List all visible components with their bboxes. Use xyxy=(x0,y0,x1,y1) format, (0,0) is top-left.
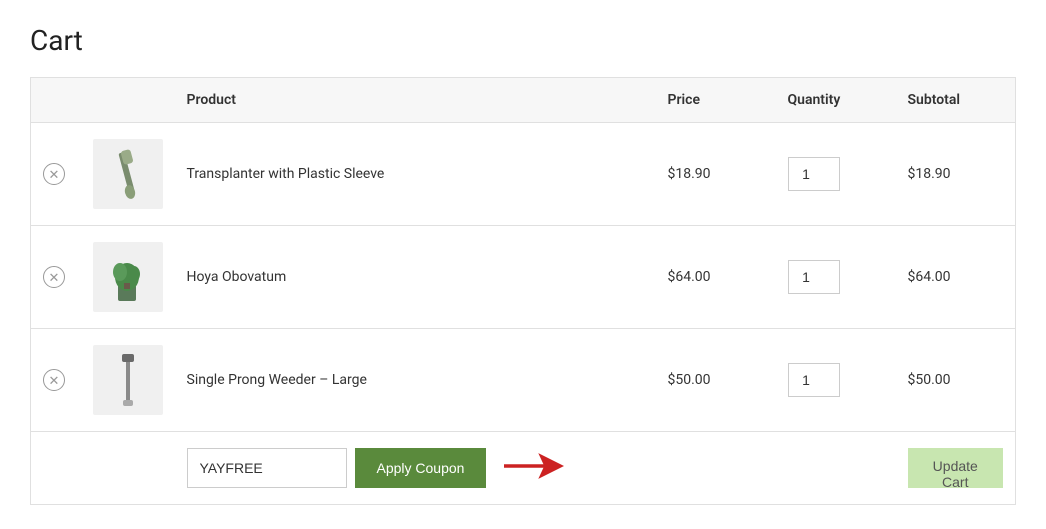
remove-item-button[interactable]: ✕ xyxy=(43,266,65,288)
col-header-product: Product xyxy=(175,78,656,123)
close-icon: ✕ xyxy=(49,168,60,181)
close-icon: ✕ xyxy=(49,271,60,284)
coupon-section: Apply Coupon xyxy=(187,448,764,488)
product-image xyxy=(93,139,163,209)
product-name: Hoya Obovatum xyxy=(187,269,287,285)
product-image xyxy=(93,242,163,312)
coupon-input[interactable] xyxy=(187,448,347,488)
product-subtotal: $64.00 xyxy=(908,269,951,285)
table-row: ✕ Hoya xyxy=(31,226,1016,329)
col-header-subtotal: Subtotal xyxy=(896,78,1016,123)
product-price: $50.00 xyxy=(668,372,711,388)
quantity-input[interactable] xyxy=(788,363,840,397)
remove-item-button[interactable]: ✕ xyxy=(43,369,65,391)
table-row: ✕ Single Prong Weeder – Large xyxy=(31,329,1016,432)
product-subtotal: $18.90 xyxy=(908,166,951,182)
cart-table: Product Price Quantity Subtotal ✕ xyxy=(30,77,1016,505)
col-header-price: Price xyxy=(656,78,776,123)
quantity-input[interactable] xyxy=(788,260,840,294)
close-icon: ✕ xyxy=(49,374,60,387)
remove-item-button[interactable]: ✕ xyxy=(43,163,65,185)
product-price: $64.00 xyxy=(668,269,711,285)
product-name: Single Prong Weeder – Large xyxy=(187,372,367,388)
product-image xyxy=(93,345,163,415)
update-cart-button[interactable]: Update Cart xyxy=(908,448,1004,488)
table-row: ✕ Transplanter with Plastic Sleeve xyxy=(31,123,1016,226)
product-subtotal: $50.00 xyxy=(908,372,951,388)
col-header-quantity: Quantity xyxy=(776,78,896,123)
product-name: Transplanter with Plastic Sleeve xyxy=(187,166,385,182)
col-header-remove xyxy=(31,78,81,123)
quantity-input[interactable] xyxy=(788,157,840,191)
page-title: Cart xyxy=(30,24,1016,57)
arrow-indicator xyxy=(504,451,564,485)
apply-coupon-button[interactable]: Apply Coupon xyxy=(355,448,487,488)
col-header-image xyxy=(81,78,175,123)
product-price: $18.90 xyxy=(668,166,711,182)
